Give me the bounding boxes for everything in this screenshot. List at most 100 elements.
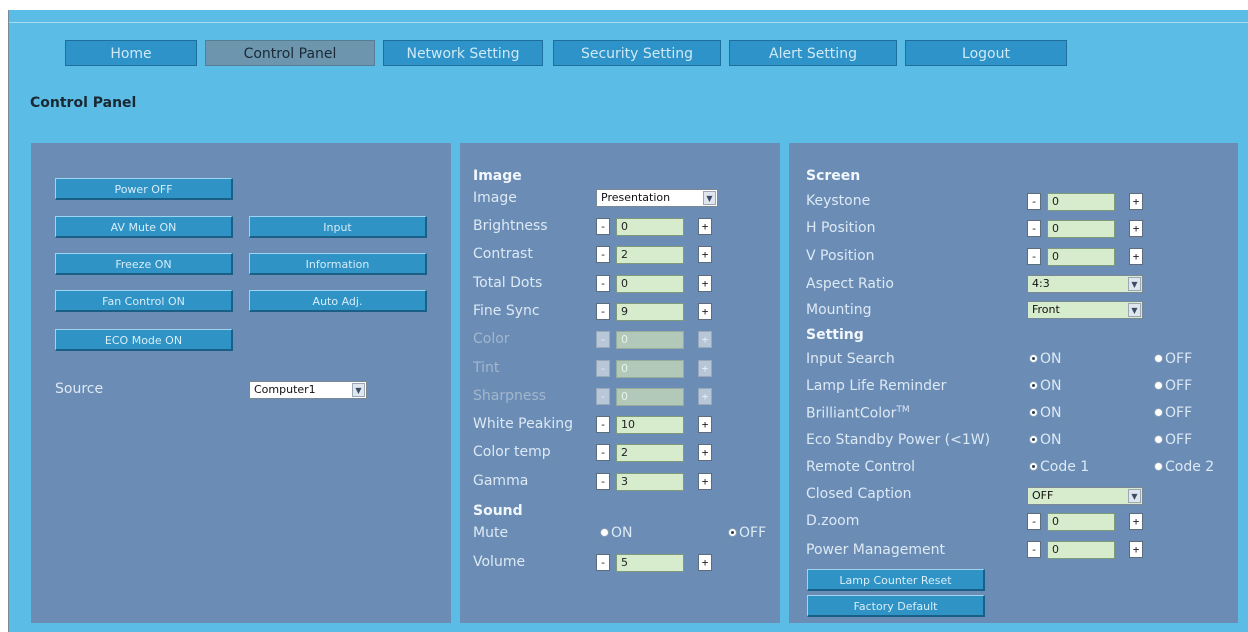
keystone-increase-button[interactable]: + (1129, 193, 1143, 210)
total-dots-decrease-button[interactable]: - (596, 274, 610, 292)
closed-caption-select[interactable]: OFF ▼ (1027, 487, 1143, 505)
power-management-decrease-button[interactable]: - (1027, 541, 1041, 558)
brightness-field[interactable]: 0 (616, 218, 684, 236)
brilliantcolor-on-radio[interactable]: ON (1029, 405, 1062, 421)
fan-control-button[interactable]: Fan Control ON (55, 290, 233, 312)
source-select[interactable]: Computer1 ▼ (249, 381, 367, 399)
color-temp-decrease-button[interactable]: - (596, 444, 610, 462)
color-increase-button[interactable]: + (698, 331, 712, 349)
sharpness-decrease-button[interactable]: - (596, 387, 610, 405)
eco-mode-button[interactable]: ECO Mode ON (55, 329, 233, 351)
power-management-field[interactable]: 0 (1047, 541, 1115, 559)
contrast-label: Contrast (473, 246, 533, 263)
lamp-life-off-radio[interactable]: OFF (1154, 378, 1192, 394)
sharpness-field[interactable]: 0 (616, 387, 684, 406)
d-zoom-increase-button[interactable]: + (1129, 513, 1143, 530)
freeze-button[interactable]: Freeze ON (55, 253, 233, 275)
v-position-field[interactable]: 0 (1047, 248, 1115, 266)
chevron-down-icon: ▼ (1128, 277, 1141, 291)
factory-default-button[interactable]: Factory Default (807, 595, 985, 617)
h-position-increase-button[interactable]: + (1129, 220, 1143, 237)
volume-decrease-button[interactable]: - (596, 554, 610, 571)
d-zoom-decrease-button[interactable]: - (1027, 513, 1041, 530)
h-position-field[interactable]: 0 (1047, 220, 1115, 238)
tab-network-setting[interactable]: Network Setting (383, 40, 543, 66)
gamma-field[interactable]: 3 (616, 472, 684, 491)
gamma-increase-button[interactable]: + (698, 472, 712, 490)
h-position-decrease-button[interactable]: - (1027, 220, 1041, 237)
power-management-increase-button[interactable]: + (1129, 541, 1143, 558)
page-title: Control Panel (30, 95, 137, 111)
image-mode-select[interactable]: Presentation ▼ (596, 189, 718, 207)
color-temp-field[interactable]: 2 (616, 444, 684, 463)
av-mute-button[interactable]: AV Mute ON (55, 216, 233, 238)
mute-off-radio[interactable]: OFF (728, 525, 766, 541)
remote-code1-radio[interactable]: Code 1 (1029, 459, 1089, 475)
fine-sync-increase-button[interactable]: + (698, 302, 712, 320)
power-off-button[interactable]: Power OFF (55, 178, 233, 200)
sharpness-increase-button[interactable]: + (698, 387, 712, 405)
v-position-decrease-button[interactable]: - (1027, 248, 1041, 265)
information-button[interactable]: Information (249, 253, 427, 275)
web-page: Home Control Panel Network Setting Secur… (8, 10, 1248, 632)
auto-adjust-button[interactable]: Auto Adj. (249, 290, 427, 312)
aspect-ratio-select[interactable]: 4:3 ▼ (1027, 275, 1143, 293)
contrast-increase-button[interactable]: + (698, 246, 712, 264)
tint-increase-button[interactable]: + (698, 359, 712, 377)
mounting-select[interactable]: Front ▼ (1027, 301, 1143, 319)
volume-increase-button[interactable]: + (698, 554, 712, 571)
brightness-increase-button[interactable]: + (698, 218, 712, 235)
chevron-down-icon: ▼ (703, 191, 716, 205)
remote-code2-radio[interactable]: Code 2 (1154, 459, 1214, 475)
total-dots-increase-button[interactable]: + (698, 274, 712, 292)
lamp-counter-reset-button[interactable]: Lamp Counter Reset (807, 569, 985, 591)
fine-sync-label: Fine Sync (473, 302, 540, 319)
remote-code2-label: Code 2 (1165, 459, 1215, 475)
fine-sync-decrease-button[interactable]: - (596, 302, 610, 320)
white-peaking-increase-button[interactable]: + (698, 416, 712, 434)
white-peaking-decrease-button[interactable]: - (596, 416, 610, 434)
sound-section-title: Sound (473, 503, 523, 519)
color-field[interactable]: 0 (616, 331, 684, 350)
keystone-field[interactable]: 0 (1047, 193, 1115, 211)
closed-caption-label: Closed Caption (806, 486, 912, 502)
tab-control-panel[interactable]: Control Panel (205, 40, 375, 66)
v-position-increase-button[interactable]: + (1129, 248, 1143, 265)
brilliantcolor-off-radio[interactable]: OFF (1154, 405, 1192, 421)
tint-decrease-button[interactable]: - (596, 359, 610, 377)
color-decrease-button[interactable]: - (596, 331, 610, 349)
mute-on-radio[interactable]: ON (600, 525, 633, 541)
input-button[interactable]: Input (249, 216, 427, 238)
eco-standby-on-radio[interactable]: ON (1029, 432, 1062, 448)
fine-sync-field[interactable]: 9 (616, 302, 684, 321)
white-peaking-field[interactable]: 10 (616, 416, 684, 435)
input-search-on-radio[interactable]: ON (1029, 351, 1062, 367)
input-search-label: Input Search (806, 351, 895, 367)
eco-standby-label: Eco Standby Power (<1W) (806, 432, 991, 448)
tint-label: Tint (473, 359, 500, 376)
input-search-off-radio[interactable]: OFF (1154, 351, 1192, 367)
eco-standby-off-radio[interactable]: OFF (1154, 432, 1192, 448)
brilliantcolor-on-label: ON (1040, 405, 1062, 421)
contrast-field[interactable]: 2 (616, 246, 684, 265)
brightness-decrease-button[interactable]: - (596, 218, 610, 235)
eco-standby-on-label: ON (1040, 432, 1062, 448)
gamma-decrease-button[interactable]: - (596, 472, 610, 490)
lamp-life-on-radio[interactable]: ON (1029, 378, 1062, 394)
keystone-decrease-button[interactable]: - (1027, 193, 1041, 210)
radio-selected-icon (1029, 380, 1038, 390)
mounting-label: Mounting (806, 302, 872, 318)
d-zoom-field[interactable]: 0 (1047, 513, 1115, 531)
color-temp-increase-button[interactable]: + (698, 444, 712, 462)
color-temp-label: Color temp (473, 444, 551, 461)
setting-section-title: Setting (806, 327, 864, 343)
tab-security-setting[interactable]: Security Setting (553, 40, 721, 66)
tab-home[interactable]: Home (65, 40, 197, 66)
sharpness-label: Sharpness (473, 387, 547, 404)
total-dots-field[interactable]: 0 (616, 274, 684, 293)
tab-alert-setting[interactable]: Alert Setting (729, 40, 897, 66)
tint-field[interactable]: 0 (616, 359, 684, 378)
volume-field[interactable]: 5 (616, 554, 684, 572)
tab-logout[interactable]: Logout (905, 40, 1067, 66)
contrast-decrease-button[interactable]: - (596, 246, 610, 264)
